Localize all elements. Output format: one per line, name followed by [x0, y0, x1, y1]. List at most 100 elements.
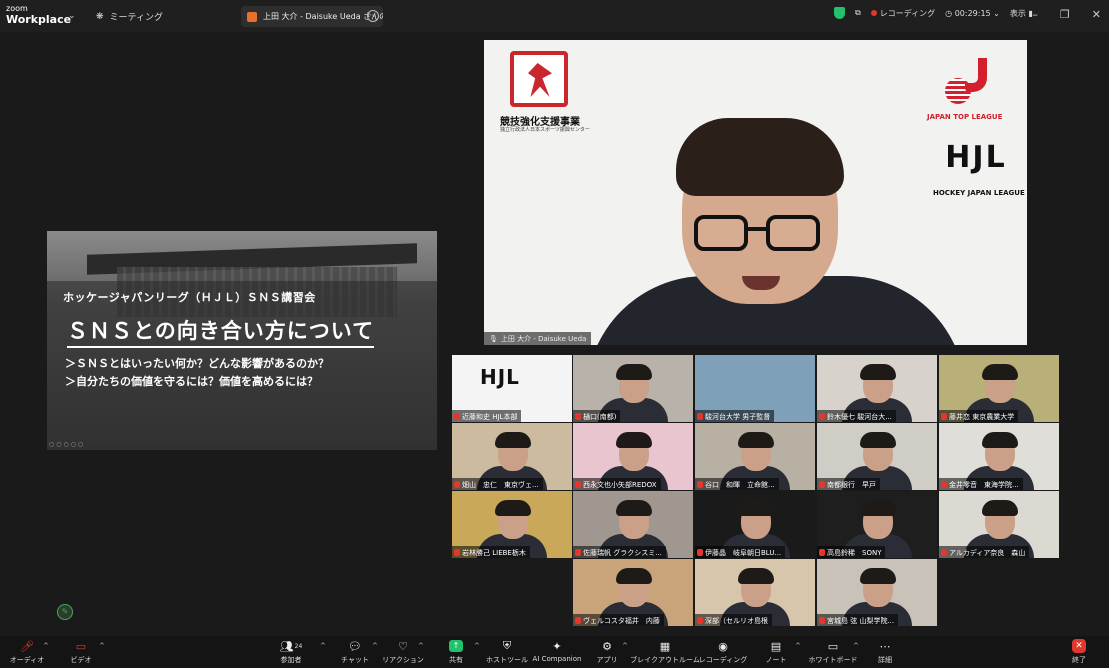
clock-icon: ◷: [945, 8, 955, 18]
participant-tile[interactable]: アルカディア奈良 森山: [939, 491, 1059, 558]
participant-tile[interactable]: ヴェルコスタ福井 内藤: [573, 559, 693, 626]
participant-tile[interactable]: 藤井恋 東京農業大学: [939, 355, 1059, 422]
mic-muted-icon: [941, 549, 947, 556]
participant-tile[interactable]: 宮城島 弦 山梨学院...: [817, 559, 937, 626]
participant-tile[interactable]: 伊藤晶 岐阜朝日BLU...: [695, 491, 815, 558]
participant-tile[interactable]: HJL 近藤和史 HJL本部: [452, 355, 572, 422]
zoom-workplace-logo[interactable]: zoom Workplace: [6, 4, 72, 26]
org-subtitle: 独立行政法人日本スポーツ振興センター: [500, 127, 590, 133]
participants-button[interactable]: 👥︎ 24 参加者: [256, 639, 326, 665]
participant-tile[interactable]: 鈴木優七 駿河台大...: [817, 355, 937, 422]
participant-name: 宮城島 弦 山梨学院...: [827, 616, 895, 625]
meeting-menu[interactable]: ❋ ミーティング: [96, 10, 164, 24]
participant-name: 近藤和史 HJL本部: [462, 412, 518, 421]
captions-icon[interactable]: ⧉: [855, 8, 861, 18]
more-options-icon[interactable]: ⋯: [367, 10, 379, 22]
more-button[interactable]: ⋯ 詳細: [850, 639, 920, 665]
share-source-icon: [247, 11, 257, 22]
shared-screen[interactable]: ホッケージャパンリーグ（ＨＪＬ）ＳＮＳ講習会 ＳＮＳとの向き合い方について ＞Ｓ…: [47, 231, 437, 450]
brand-large-text: Workplace: [6, 13, 72, 26]
participant-face: [982, 364, 1018, 403]
participant-name: 南都銀行 早戸: [827, 480, 876, 489]
participant-face: [616, 500, 652, 539]
mic-muted-icon: [697, 549, 703, 556]
participant-tile[interactable]: 畑山 忠仁 東京ヴェ...: [452, 423, 572, 490]
participant-name: 深部（セルリオ島根: [705, 616, 768, 625]
participant-name-tag: 南都銀行 早戸: [817, 478, 880, 490]
annotate-pencil-icon[interactable]: ✎: [57, 604, 73, 620]
timer-value: 00:29:15: [954, 8, 991, 18]
mic-muted-icon: [697, 413, 703, 420]
shared-screen-tab[interactable]: 上田 大介 - Daisuke Ueda さんの画 ⋯: [241, 6, 383, 27]
participant-name: 藤井恋 東京農業大学: [949, 412, 1015, 421]
end-meeting-button[interactable]: ✕ 終了: [1044, 639, 1109, 665]
chat-icon: 💬︎: [348, 639, 362, 653]
recording-dot-icon: [870, 9, 877, 16]
video-options-caret[interactable]: ^: [99, 642, 105, 650]
recording-indicator[interactable]: レコーディング: [870, 8, 935, 19]
meeting-label: ミーティング: [109, 13, 164, 23]
audio-label: オーディオ: [9, 656, 45, 664]
mic-muted-icon: [697, 481, 703, 488]
participant-tile[interactable]: 高島鈴稀 SONY: [817, 491, 937, 558]
participant-tile[interactable]: 南都銀行 早戸: [817, 423, 937, 490]
hjl-logo: HJL: [480, 365, 520, 389]
participant-tile[interactable]: 金井零音 東海学院...: [939, 423, 1059, 490]
mic-muted-icon: [819, 413, 825, 420]
active-speaker-video[interactable]: 競技強化支援事業 独立行政法人日本スポーツ振興センター JAPAN TOP LE…: [484, 40, 1027, 345]
slide-subtitle: ホッケージャパンリーグ（ＨＪＬ）ＳＮＳ講習会: [63, 291, 316, 304]
shield-icon: ⛨: [502, 639, 512, 652]
participant-name-tag: 伊藤晶 岐阜朝日BLU...: [695, 546, 786, 558]
speaker-name: 上田 大介 - Daisuke Ueda: [500, 334, 587, 343]
participant-name-tag: 近藤和史 HJL本部: [452, 410, 522, 422]
participant-name-tag: 藤井恋 東京農業大学: [939, 410, 1019, 422]
meeting-toolbar: 🎤︎ オーディオ ^ ▭ ビデオ ^ 👥︎ 24 参加者 ^ 💬︎ チャット ^ …: [0, 636, 1109, 668]
slide-bullet-2: ＞自分たちの価値を守るには？価値を高めるには？: [65, 375, 318, 388]
participant-tile[interactable]: 岩林勝己 LIEBE栃木: [452, 491, 572, 558]
meeting-status: ⧉ レコーディング ◷ 00:29:15 ⌄ 表示 ▮: [834, 7, 1033, 19]
brand-small-text: zoom: [6, 4, 28, 13]
notes-label: ノート: [765, 656, 787, 664]
more-dots-icon: ⋯: [879, 639, 891, 653]
participant-tile[interactable]: 西永文也小矢部REDOX: [573, 423, 693, 490]
timer[interactable]: ◷ 00:29:15 ⌄: [945, 9, 1000, 18]
minimize-icon[interactable]: –: [1032, 8, 1038, 21]
chevron-down-icon[interactable]: ⌄: [68, 11, 76, 21]
record-label: レコーディング: [698, 656, 748, 664]
video-button[interactable]: ▭ ビデオ: [46, 639, 116, 665]
participant-tile[interactable]: 樋口(南都): [573, 355, 693, 422]
participant-name-tag: 谷口 和暉 立命館...: [695, 478, 779, 490]
mic-muted-icon: [697, 617, 703, 624]
participant-name-tag: 駿河台大学 男子監督: [695, 410, 775, 422]
speaker-name-tag: 🎙 上田 大介 - Daisuke Ueda: [484, 332, 592, 345]
participants-icon: 👥︎ 24: [279, 639, 303, 653]
mic-muted-icon: [575, 549, 581, 556]
mic-muted-icon: [575, 481, 581, 488]
mic-muted-icon: [819, 481, 825, 488]
participant-tile[interactable]: 深部（セルリオ島根: [695, 559, 815, 626]
participant-face: [860, 568, 896, 607]
participant-name: 金井零音 東海学院...: [949, 480, 1019, 489]
mic-muted-icon: [575, 617, 581, 624]
participant-face: [982, 500, 1018, 539]
apps-options-caret[interactable]: ^: [622, 642, 628, 650]
participant-tile[interactable]: 駿河台大学 男子監督: [695, 355, 815, 422]
slide-bullet-1: ＞ＳＮＳとはいったい何か？どんな影響があるのか？: [65, 357, 329, 370]
view-button[interactable]: 表示 ▮: [1010, 8, 1033, 19]
participant-tile[interactable]: 佐藤瑞帆 グラクシスミ...: [573, 491, 693, 558]
participant-name: 鈴木優七 駿河台大...: [827, 412, 892, 421]
participant-name: 西永文也小矢部REDOX: [583, 480, 657, 489]
participant-name: 樋口(南都): [583, 412, 617, 421]
close-icon[interactable]: ✕: [1092, 8, 1101, 21]
apps-icon: ⚙: [602, 639, 612, 653]
security-shield-icon[interactable]: [834, 7, 845, 19]
restore-icon[interactable]: ❐: [1060, 8, 1070, 21]
window-controls: – ❐ ✕: [1032, 8, 1101, 21]
participant-tile[interactable]: 谷口 和暉 立命館...: [695, 423, 815, 490]
participant-name-tag: ヴェルコスタ福井 内藤: [573, 614, 664, 626]
participant-face: [860, 364, 896, 403]
participant-name: ヴェルコスタ福井 内藤: [583, 616, 660, 625]
glasses: [694, 215, 820, 251]
mic-muted-icon: [819, 617, 825, 624]
participant-name-tag: 佐藤瑞帆 グラクシスミ...: [573, 546, 666, 558]
